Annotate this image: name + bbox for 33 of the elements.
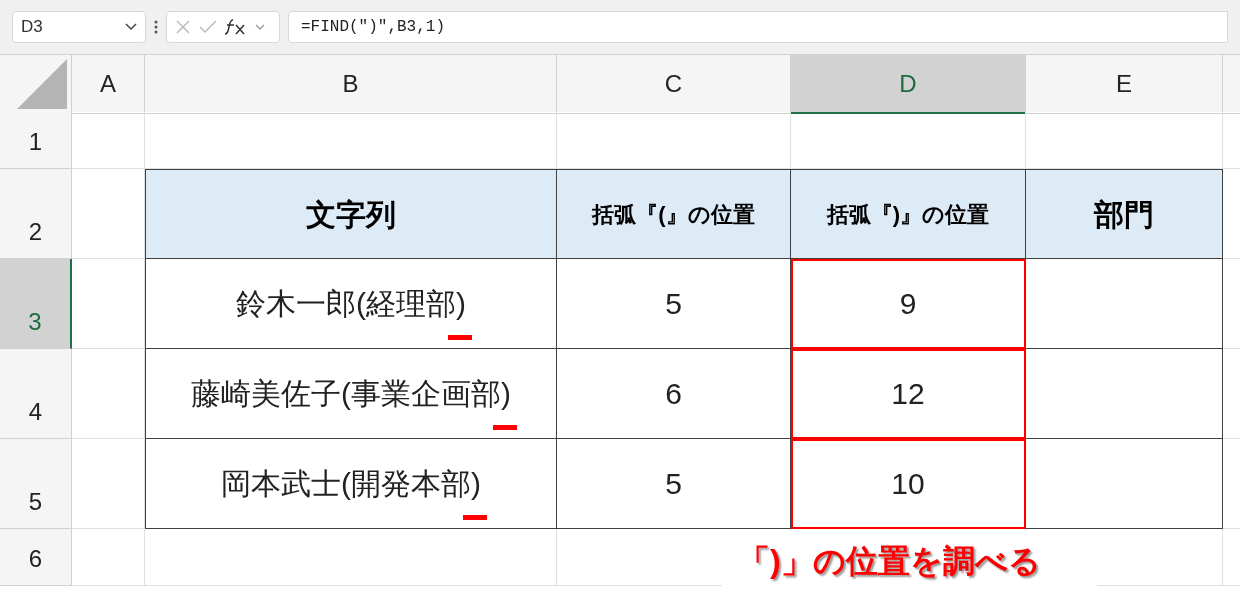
column-header[interactable]: A xyxy=(72,55,145,114)
cell-text: 岡本武士(開発本部) xyxy=(221,461,481,506)
cell-text: 藤崎美佐子(事業企画部) xyxy=(191,371,511,416)
cell-text: 10 xyxy=(891,466,925,502)
column-header[interactable]: D xyxy=(791,55,1026,114)
column-title: 括弧『(』の位置 xyxy=(592,200,755,229)
chevron-down-icon[interactable] xyxy=(255,23,265,31)
row-header[interactable]: 2 xyxy=(0,169,72,259)
cell-text: 9 xyxy=(899,286,917,322)
cancel-icon[interactable] xyxy=(175,19,191,35)
cell-reference: D3 xyxy=(21,16,43,39)
more-icon[interactable] xyxy=(154,20,158,34)
check-icon[interactable] xyxy=(199,20,217,34)
chevron-down-icon xyxy=(125,23,137,31)
column-title: 部門 xyxy=(1094,196,1154,233)
column-header[interactable]: E xyxy=(1026,55,1223,114)
function-icon[interactable] xyxy=(225,18,247,36)
column-header[interactable]: B xyxy=(145,55,557,114)
cell-text: 6 xyxy=(665,376,682,412)
row-header[interactable]: 3 xyxy=(0,259,72,349)
column-title: 文字列 xyxy=(306,196,396,233)
cell-text: 5 xyxy=(665,466,682,502)
column-title: 括弧『)』の位置 xyxy=(826,200,990,229)
row-header[interactable]: 6 xyxy=(0,529,72,586)
select-all-icon[interactable] xyxy=(17,59,67,109)
cell-text: 12 xyxy=(891,376,925,412)
cell-text: 鈴木一郎(経理部) xyxy=(236,281,466,326)
row-header[interactable]: 5 xyxy=(0,439,72,529)
name-box[interactable]: D3 xyxy=(12,11,146,43)
cell-text: 5 xyxy=(665,286,682,322)
row-header[interactable]: 4 xyxy=(0,349,72,439)
row-header[interactable]: 1 xyxy=(0,112,72,169)
formula-field[interactable]: =FIND(")",B3,1) xyxy=(288,11,1228,43)
